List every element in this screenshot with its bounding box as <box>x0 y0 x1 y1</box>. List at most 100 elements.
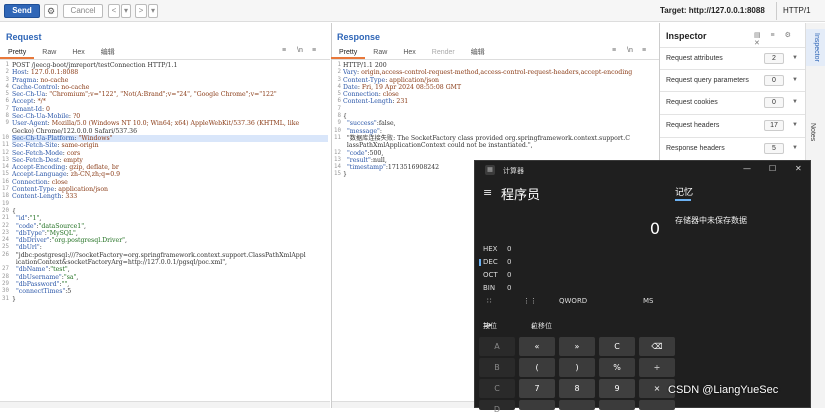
code-line: Accept: */* <box>12 98 46 106</box>
calc-key[interactable] <box>639 400 675 410</box>
response-tabs: Pretty Raw Hex Render 编辑 <box>331 47 493 59</box>
target-label[interactable]: Target: http://127.0.0.1:8088 <box>660 6 765 15</box>
close-icon[interactable]: ✕ <box>795 164 802 173</box>
side-tab-inspector[interactable]: Inspector <box>806 29 825 66</box>
line-number: 13 <box>334 156 341 163</box>
hamburger-menu-icon[interactable]: ≡ <box>483 186 492 199</box>
base-dec[interactable]: DEC 0 <box>479 258 511 266</box>
tab-hex[interactable]: Hex <box>395 47 423 59</box>
send-button[interactable]: Send <box>4 4 40 18</box>
minimize-icon[interactable]: — <box>743 164 751 173</box>
line-number: 10 <box>2 134 9 141</box>
calc-key[interactable]: B <box>479 358 515 377</box>
menu-icon[interactable]: ≡ <box>312 47 316 54</box>
calc-key[interactable]: » <box>559 337 595 356</box>
line-number: 30 <box>2 288 9 295</box>
calc-key[interactable]: D <box>479 400 515 414</box>
line-number: 3 <box>5 76 10 83</box>
code-line: Connection: close <box>12 178 68 186</box>
code-line: { <box>343 113 347 121</box>
request-tabs: Pretty Raw Hex 编辑 <box>0 47 123 59</box>
line-number: 22 <box>2 222 9 229</box>
format-icon[interactable]: ≡ <box>282 47 286 54</box>
tab-hex[interactable]: Hex <box>64 47 92 59</box>
gear-icon[interactable]: ⚙ <box>44 4 58 18</box>
inspector-row-response-headers[interactable]: Response headers 5 ▼ <box>660 137 805 159</box>
format-icon[interactable]: ≡ <box>612 47 616 54</box>
line-number: 2 <box>337 69 342 76</box>
inspector-row-request-cookies[interactable]: Request cookies 0 ▼ <box>660 91 805 113</box>
line-number: 1 <box>337 62 342 68</box>
tab-edit[interactable]: 编辑 <box>463 47 493 59</box>
line-number <box>0 259 9 266</box>
line-number: 14 <box>2 164 9 171</box>
calc-key[interactable] <box>519 400 555 410</box>
code-line: Host: 127.0.0.1:8088 <box>12 69 79 77</box>
tab-pretty[interactable]: Pretty <box>331 47 366 59</box>
calc-key[interactable]: 9 <box>599 379 635 398</box>
request-editor[interactable]: POST /jeecg-boot/jmreport/testConnection… <box>12 62 328 352</box>
line-number: 5 <box>5 91 10 98</box>
calc-key[interactable]: % <box>599 358 635 377</box>
base-value: 0 <box>507 245 512 253</box>
calculator-title: 计算器 <box>503 167 524 175</box>
menu-icon[interactable]: ≡ <box>642 47 646 54</box>
memory-store-button[interactable]: MS <box>643 297 653 305</box>
inspector-row-query-parameters[interactable]: Request query parameters 0 ▼ <box>660 69 805 91</box>
forward-dropdown-icon[interactable]: ▾ <box>148 4 158 18</box>
newline-icon[interactable]: \n <box>627 47 633 54</box>
tab-pretty[interactable]: Pretty <box>0 47 35 59</box>
side-tab-notes[interactable]: Notes <box>809 123 816 141</box>
calc-key[interactable]: ) <box>559 358 595 377</box>
calc-key[interactable]: ÷ <box>639 358 675 377</box>
memory-tab[interactable]: 记忆 <box>675 185 693 198</box>
code-line: icationContext&socketFactoryArg=http://1… <box>12 259 228 267</box>
code-line: Sec-Ch-Ua-Mobile: ?0 <box>12 113 81 121</box>
base-label: DEC <box>483 258 498 266</box>
base-oct[interactable]: OCT 0 <box>483 271 511 279</box>
tab-raw[interactable]: Raw <box>34 47 64 59</box>
calc-key[interactable]: ( <box>519 358 555 377</box>
calc-key[interactable] <box>559 400 595 410</box>
line-number: 16 <box>2 178 9 185</box>
chevron-down-icon: ▼ <box>792 122 798 128</box>
cancel-button[interactable]: Cancel <box>63 4 103 18</box>
chevron-down-icon: ▼ <box>792 77 798 83</box>
count-badge: 0 <box>764 97 784 108</box>
calc-key[interactable]: C <box>479 379 515 398</box>
line-number: 31 <box>2 295 9 302</box>
back-dropdown-icon[interactable]: ▾ <box>121 4 131 18</box>
back-button[interactable]: < <box>108 4 120 18</box>
word-size-button[interactable]: QWORD <box>559 297 587 305</box>
tab-render[interactable]: Render <box>424 47 463 59</box>
code-line: "jdbc:postgresql:///?socketFactory=org.s… <box>12 251 306 259</box>
calculator-mode: 程序员 <box>501 188 541 203</box>
row-label: Request attributes <box>666 55 723 62</box>
code-line: Date: Fri, 19 Apr 2024 08:55:08 GMT <box>343 83 462 91</box>
line-number: 7 <box>337 105 342 112</box>
calc-key[interactable]: C <box>599 337 635 356</box>
base-hex[interactable]: HEX 0 <box>483 245 511 253</box>
tab-edit[interactable]: 编辑 <box>93 47 123 59</box>
calc-key[interactable]: 7 <box>519 379 555 398</box>
base-bin[interactable]: BIN 0 <box>483 284 511 292</box>
code-line: Sec-Ch-Ua-Platform: "Windows" <box>12 134 328 143</box>
line-number: 23 <box>2 229 9 236</box>
inspector-row-request-headers[interactable]: Request headers 17 ▼ <box>660 114 805 136</box>
maximize-icon[interactable]: ☐ <box>769 164 776 173</box>
forward-button[interactable]: > <box>135 4 147 18</box>
code-line: "message": <box>346 127 382 135</box>
calc-key[interactable]: A <box>479 337 515 356</box>
calc-key[interactable]: 8 <box>559 379 595 398</box>
calc-key[interactable] <box>599 400 635 410</box>
bit-toggle-icon[interactable]: ⋮⋮ <box>523 297 537 305</box>
http-version[interactable]: HTTP/1 <box>783 6 811 15</box>
inspector-toolbar-icons[interactable]: ▤ ≡ ⚙ ✕ <box>754 31 805 47</box>
calc-key[interactable]: « <box>519 337 555 356</box>
tab-raw[interactable]: Raw <box>365 47 395 59</box>
request-search-bar[interactable] <box>0 401 330 408</box>
full-keypad-icon[interactable]: ∷ <box>487 297 491 305</box>
newline-icon[interactable]: \n <box>297 47 303 54</box>
inspector-row-request-attributes[interactable]: Request attributes 2 ▼ <box>660 47 805 69</box>
calc-key[interactable]: ⌫ <box>639 337 675 356</box>
